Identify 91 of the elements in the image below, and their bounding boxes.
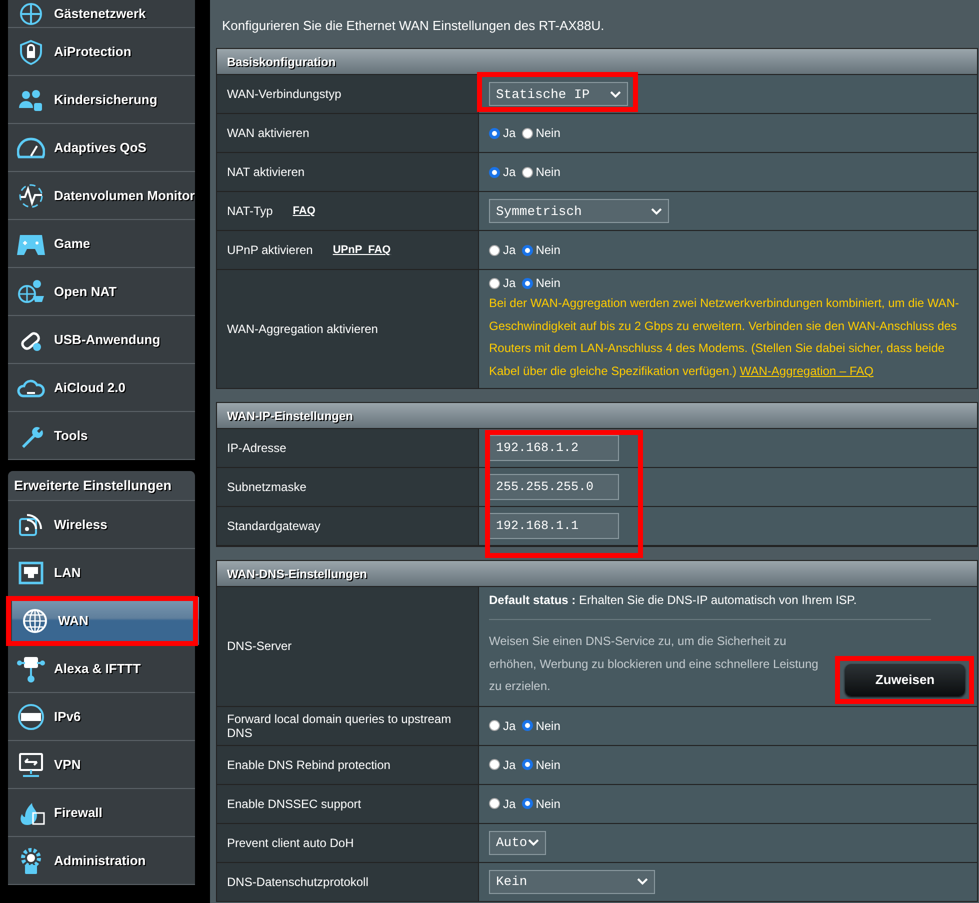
sidebar-item[interactable]: Open NAT: [8, 268, 195, 316]
row-label: Prevent client auto DoH: [227, 836, 354, 850]
faq-link[interactable]: WAN-Aggregation – FAQ: [740, 364, 874, 378]
section-header: WAN-IP-Einstellungen: [217, 403, 977, 429]
radio-button[interactable]: [522, 128, 533, 138]
sidebar-item[interactable]: Datenvolumen Monitor: [8, 172, 195, 220]
radio-option[interactable]: Ja: [489, 276, 516, 290]
input-field[interactable]: 192.168.1.1: [489, 513, 619, 539]
intro-text: Konfigurieren Sie die Ethernet WAN Einstellungen des RT-AX88U.: [222, 18, 606, 33]
info-text: Weisen Sie einen DNS-Service zu, um die Sicherheit zu erhöhen, Werbung zu blockieren und eine schnellere Leistung zu erzielen.: [489, 633, 820, 695]
section-header: WAN-DNS-Einstellungen: [217, 561, 977, 587]
sidebar-item[interactable]: Firewall: [8, 789, 195, 837]
menu-icon: [17, 750, 45, 778]
radio-option[interactable]: Nein: [522, 243, 560, 257]
faq-link[interactable]: FAQ: [292, 205, 316, 217]
radio-option[interactable]: Ja: [489, 165, 516, 179]
radio-button[interactable]: [489, 128, 500, 138]
row-label: IP-Adresse: [227, 441, 286, 455]
caret-icon: [528, 839, 539, 846]
radio-option[interactable]: Nein: [522, 165, 560, 179]
row-label: Enable DNS Rebind protection: [227, 758, 390, 772]
radio-button[interactable]: [489, 166, 500, 178]
radio-option[interactable]: Nein: [522, 276, 560, 290]
radio-button[interactable]: [522, 720, 533, 731]
radio-button[interactable]: [489, 278, 500, 288]
row-label: DNS-Datenschutzprotokoll: [227, 874, 368, 888]
dropdown[interactable]: Kein: [489, 870, 655, 894]
sidebar-item[interactable]: Wireless: [8, 501, 195, 549]
sidebar-item[interactable]: LAN: [8, 549, 195, 597]
radio-button[interactable]: [522, 166, 533, 178]
sidebar-heading: Erweiterte Einstellungen: [8, 471, 195, 501]
radio-option[interactable]: Nein: [522, 718, 560, 732]
menu-icon: [21, 606, 49, 634]
dropdown[interactable]: Statische IP: [489, 82, 628, 106]
sidebar-item[interactable]: Game: [8, 220, 195, 268]
menu-icon: [17, 278, 45, 306]
menu-icon: [17, 0, 45, 28]
radio-option[interactable]: Ja: [489, 758, 516, 772]
row-label: NAT aktivieren: [227, 165, 305, 179]
row-label: WAN-Verbindungstyp: [227, 87, 342, 101]
sidebar-item[interactable]: AiCloud 2.0: [8, 364, 195, 412]
status-text: Default status : Erhalten Sie die DNS-IP automatisch von Ihrem ISP.: [489, 593, 858, 607]
radio-option[interactable]: Ja: [489, 796, 516, 810]
radio-button[interactable]: [489, 244, 500, 256]
menu-icon: [17, 38, 45, 66]
radio-option[interactable]: Ja: [489, 243, 516, 257]
row-label: WAN aktivieren: [227, 126, 310, 140]
assign-button[interactable]: Zuweisen: [845, 664, 965, 696]
sidebar-item[interactable]: AiProtection: [8, 28, 195, 76]
section-header: Basiskonfiguration: [217, 49, 977, 75]
radio-option[interactable]: Ja: [489, 718, 516, 732]
sidebar-item[interactable]: Adaptives QoS: [8, 124, 195, 172]
sidebar-item[interactable]: VPN: [8, 741, 195, 789]
radio-button[interactable]: [522, 759, 533, 770]
menu-icon: [17, 702, 45, 730]
row-label: Forward local domain queries to upstream DNS: [227, 712, 452, 740]
row-label: DNS-Server: [227, 639, 292, 654]
radio-button[interactable]: [522, 244, 533, 256]
sidebar-item[interactable]: IPv6: [8, 693, 195, 741]
row-label: Enable DNSSEC support: [227, 796, 362, 810]
caret-icon: [651, 208, 662, 214]
radio-button[interactable]: [489, 798, 500, 809]
row-label: WAN-Aggregation aktivieren: [227, 322, 378, 336]
sidebar-item[interactable]: Administration: [8, 837, 195, 885]
input-field[interactable]: 192.168.1.2: [489, 435, 619, 461]
menu-icon: [17, 182, 45, 210]
sidebar-item[interactable]: Tools: [8, 412, 195, 460]
row-label: Standardgateway: [227, 519, 320, 533]
radio-option[interactable]: Nein: [522, 758, 560, 772]
dropdown[interactable]: Auto: [489, 830, 546, 854]
sidebar-item[interactable]: Gästenetzwerk: [8, 0, 195, 28]
row-label: UPnP aktivieren: [227, 243, 313, 257]
row-label: Subnetzmaske: [227, 480, 306, 494]
input-field[interactable]: 255.255.255.0: [489, 474, 619, 500]
faq-link[interactable]: UPnP FAQ: [332, 244, 391, 256]
sidebar-item[interactable]: Alexa & IFTTT: [8, 645, 195, 693]
sidebar-item[interactable]: USB-Anwendung: [8, 316, 195, 364]
radio-button[interactable]: [522, 798, 533, 809]
info-text: Bei der WAN-Aggregation werden zwei Netzwerkverbindungen kombiniert, um die WAN-Geschwindigkeit auf bis zu 2 Gbps zu erweitern. Verbinden sie den WAN-Anschluss des Routers mit dem LAN-Anschluss 4 des Modems. (Stellen Sie dabei sicher, dass beide Kabel über die gleiche Spezifikation verfügen.) WAN-Aggregation – FAQ: [489, 295, 960, 380]
radio-button[interactable]: [522, 278, 533, 288]
row-label: NAT-Typ: [227, 204, 273, 218]
caret-icon: [610, 90, 621, 98]
radio-option[interactable]: Nein: [522, 126, 560, 140]
dropdown[interactable]: Symmetrisch: [489, 199, 669, 223]
radio-option[interactable]: Nein: [522, 796, 560, 810]
menu-icon: [17, 654, 45, 682]
sidebar-item[interactable]: Kindersicherung: [8, 76, 195, 124]
caret-icon: [637, 878, 648, 885]
radio-button[interactable]: [489, 720, 500, 731]
radio-button[interactable]: [489, 759, 500, 770]
radio-option[interactable]: Ja: [489, 126, 516, 140]
